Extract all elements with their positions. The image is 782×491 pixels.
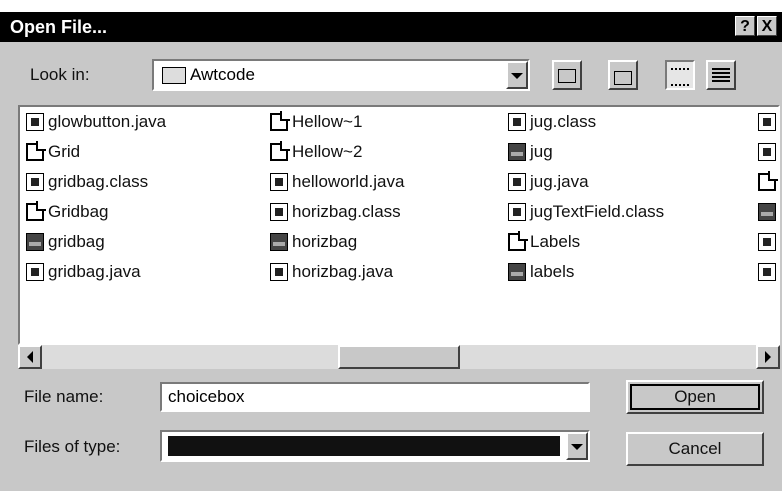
open-button[interactable]: Open [626, 380, 764, 414]
help-button[interactable]: ? [735, 16, 755, 36]
look-in-dropdown[interactable]: Awtcode [152, 59, 530, 91]
file-name: gridbag [48, 232, 105, 251]
file-name: jugTextField.class [530, 202, 665, 221]
file-icon [26, 173, 44, 191]
file-icon [26, 263, 44, 281]
partial-file-icon [758, 203, 776, 221]
scroll-thumb[interactable] [338, 345, 460, 369]
title-bar: Open File... ? X [0, 12, 782, 42]
list-item[interactable]: horizbag.java [270, 261, 393, 283]
file-icon [508, 173, 526, 191]
document-icon [26, 141, 46, 161]
horizontal-scrollbar[interactable] [18, 345, 780, 369]
files-of-type-value [168, 436, 560, 456]
document-icon [270, 141, 290, 161]
details-view-icon[interactable] [706, 60, 736, 90]
list-view-icon[interactable] [665, 60, 695, 90]
list-item[interactable]: jug.class [508, 111, 596, 133]
list-item[interactable]: Hellow~1 [270, 111, 362, 133]
chevron-down-icon[interactable] [566, 432, 588, 460]
file-name: Gridbag [48, 202, 109, 221]
list-item[interactable]: gridbag.java [26, 261, 141, 283]
file-icon [26, 113, 44, 131]
file-name: gridbag.java [48, 262, 141, 281]
partial-file-icon [758, 113, 776, 131]
chevron-down-icon[interactable] [506, 61, 528, 89]
file-name: gridbag.class [48, 172, 149, 191]
application-icon [26, 233, 44, 251]
document-icon [26, 201, 46, 221]
list-item[interactable]: jug.java [508, 171, 589, 193]
file-name: horizbag.java [292, 262, 394, 281]
list-item[interactable]: jug [508, 141, 553, 163]
partial-file-icon [758, 143, 776, 161]
list-item[interactable]: horizbag.class [270, 201, 401, 223]
file-name: jug [530, 142, 553, 161]
file-name: labels [530, 262, 575, 281]
list-item[interactable]: glowbutton.java [26, 111, 166, 133]
up-folder-icon[interactable] [552, 60, 582, 90]
file-name: glowbutton.java [48, 112, 167, 131]
file-name: Hellow~1 [292, 112, 363, 131]
files-of-type-label: Files of type: [24, 437, 121, 456]
list-item[interactable]: gridbag.class [26, 171, 148, 193]
new-folder-icon[interactable] [608, 60, 638, 90]
list-item[interactable]: Gridbag [26, 201, 108, 223]
cancel-button[interactable]: Cancel [626, 432, 764, 466]
file-name: jug.java [530, 172, 589, 191]
list-item[interactable]: gridbag [26, 231, 105, 253]
scroll-right-icon[interactable] [756, 345, 780, 369]
partial-file-icon [758, 263, 776, 281]
list-item[interactable]: horizbag [270, 231, 357, 253]
file-name: jug.class [530, 112, 597, 131]
close-button[interactable]: X [757, 16, 777, 36]
file-name: Labels [530, 232, 581, 251]
dialog-title: Open File... [10, 17, 108, 37]
partial-file-icon [758, 233, 776, 251]
file-icon [270, 173, 288, 191]
files-of-type-dropdown[interactable] [160, 430, 590, 462]
look-in-value: Awtcode [190, 65, 255, 84]
partial-file-icon [758, 171, 778, 191]
file-name-label: File name: [24, 387, 104, 406]
file-list[interactable]: glowbutton.java Grid gridbag.class Gridbag g… [18, 105, 780, 345]
file-icon [508, 113, 526, 131]
list-item[interactable]: helloworld.java [270, 171, 404, 193]
list-item[interactable]: labels [508, 261, 574, 283]
open-file-dialog: Open File... ? X Look in: Awtcode glowbu… [0, 12, 782, 491]
application-icon [508, 263, 526, 281]
file-name: horizbag [292, 232, 358, 251]
document-icon [508, 231, 528, 251]
file-name: Hellow~2 [292, 142, 363, 161]
look-in-label: Look in: [30, 65, 90, 84]
folder-icon [162, 67, 186, 84]
list-item[interactable]: jugTextField.class [508, 201, 664, 223]
file-name: horizbag.class [292, 202, 401, 221]
application-icon [270, 233, 288, 251]
document-icon [270, 111, 290, 131]
file-icon [270, 203, 288, 221]
scroll-left-icon[interactable] [18, 345, 42, 369]
file-icon [270, 263, 288, 281]
application-icon [508, 143, 526, 161]
list-item[interactable]: Grid [26, 141, 80, 163]
list-item[interactable]: Labels [508, 231, 580, 253]
file-name: Grid [48, 142, 81, 161]
file-name-input[interactable]: choicebox [160, 382, 590, 412]
file-icon [508, 203, 526, 221]
list-item[interactable]: Hellow~2 [270, 141, 362, 163]
file-name: helloworld.java [292, 172, 405, 191]
